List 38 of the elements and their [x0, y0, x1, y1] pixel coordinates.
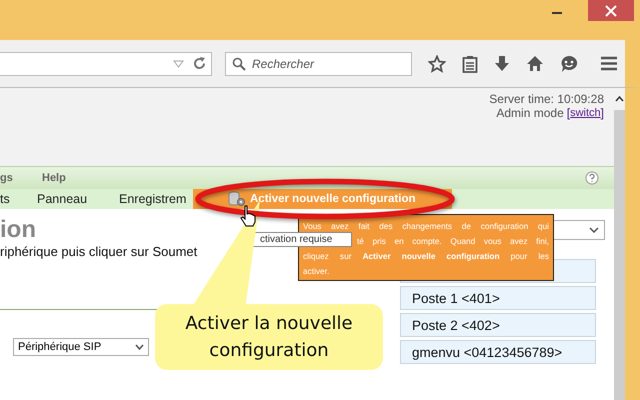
menu-item[interactable]: Help — [42, 172, 66, 184]
address-field[interactable] — [0, 52, 212, 76]
close-icon — [605, 4, 617, 16]
chat-icon[interactable] — [560, 54, 578, 72]
search-field[interactable]: Rechercher — [225, 52, 412, 76]
nav-item[interactable]: Enregistrem — [119, 192, 193, 206]
tooltip-text: activer. — [303, 265, 330, 278]
star-icon[interactable] — [428, 54, 446, 72]
clipboard-icon[interactable] — [462, 54, 478, 72]
admin-mode-label: Admin mode — [496, 106, 564, 120]
menu-item[interactable]: gs — [0, 172, 42, 184]
tooltip-text: cliquez sur Activer nouvelle configuration pour les — [303, 250, 549, 263]
menu-icon[interactable] — [600, 56, 618, 71]
page-heading: ion — [0, 216, 37, 244]
home-icon[interactable] — [526, 55, 544, 72]
close-button[interactable] — [588, 0, 634, 21]
database-gear-icon — [228, 191, 246, 207]
bracket: ] — [600, 106, 604, 120]
tooltip-text: Vous avez fait des changements de configuration qui — [303, 220, 549, 233]
nav-item[interactable]: Panneau — [37, 192, 119, 206]
help-icon[interactable] — [585, 171, 599, 185]
download-icon[interactable] — [494, 54, 510, 72]
search-icon — [232, 56, 246, 70]
nav-item[interactable]: ts — [0, 192, 37, 206]
callout: Activer la nouvelle configuration — [155, 304, 383, 370]
server-time: Server time: 10:09:28 — [489, 92, 604, 106]
switch-link[interactable]: switch — [570, 107, 601, 120]
chevron-icon — [135, 344, 144, 350]
bracket: [ — [566, 106, 570, 120]
extension-item[interactable]: Poste 1 <401> — [400, 286, 596, 310]
extension-item[interactable]: gmenvu <04123456789> — [400, 340, 596, 364]
tooltip-text: té pris en compte. Quand vous avez fini, — [357, 235, 549, 248]
scroll-up-icon[interactable] — [615, 96, 624, 102]
extension-item[interactable]: Poste 2 <402> — [400, 313, 596, 337]
chevron-icon — [589, 227, 599, 233]
device-type-select[interactable]: Périphérique SIP — [13, 338, 149, 356]
instruction-text: riphérique puis cliquer sur Soumet — [0, 244, 198, 259]
reload-icon[interactable] — [193, 57, 206, 70]
